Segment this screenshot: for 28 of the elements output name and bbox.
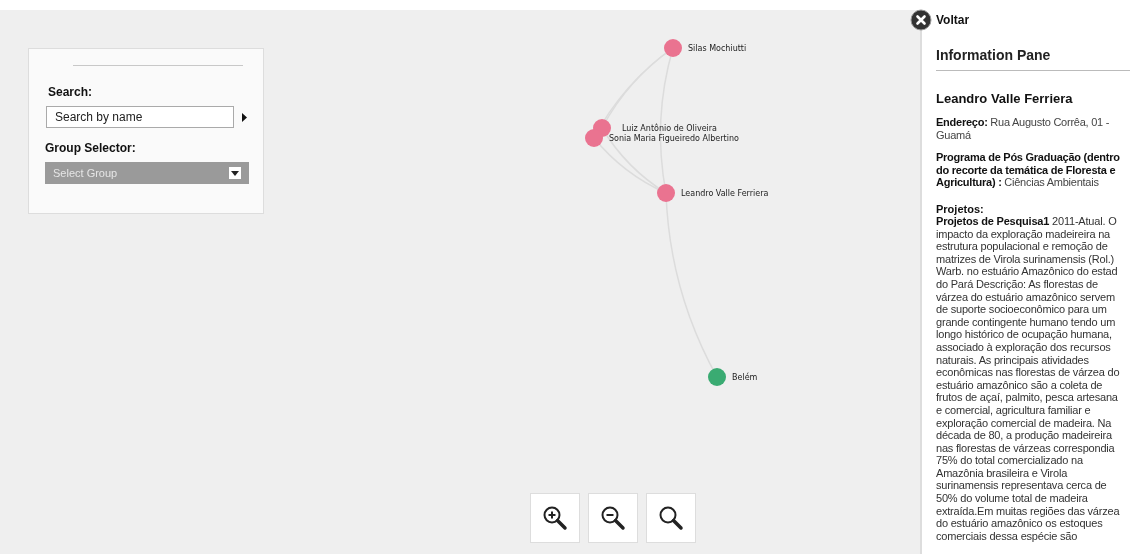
back-link[interactable]: Voltar: [936, 13, 970, 27]
node-label: Leandro Valle Ferriera: [681, 189, 769, 198]
node-label: Belém: [732, 373, 758, 382]
node-label: Luiz Antônio de Oliveira: [622, 124, 717, 133]
node-label: Sonia Maria Figueiredo Albertino: [609, 134, 739, 143]
node-label: Silas Mochiutti: [688, 44, 747, 53]
projects-heading: Projetos:: [936, 202, 985, 215]
play-icon[interactable]: [242, 112, 247, 122]
close-icon[interactable]: [910, 9, 932, 31]
zoom-out-button[interactable]: [588, 493, 638, 543]
pane-title: Information Pane: [936, 47, 1130, 71]
graph-node[interactable]: [708, 368, 726, 386]
search-field[interactable]: Search by name: [46, 106, 234, 128]
graph-node[interactable]: [585, 129, 603, 147]
zoom-in-button[interactable]: [530, 493, 580, 543]
zoom-out-icon: [600, 505, 626, 531]
group-selector-label: Group Selector:: [45, 141, 137, 155]
search-button[interactable]: [646, 493, 696, 543]
person-name: Leandro Valle Ferriera: [936, 91, 1074, 106]
graph-node[interactable]: [664, 39, 682, 57]
search-icon: [658, 505, 684, 531]
field-text: Programa de Pós Graduação (dentro do recorte da temática de Floresta e Agricultura) : Ciências Ambientais: [936, 151, 1121, 189]
field-text: Endereço: Rua Augusto Corrêa, 01 - Guamá: [936, 116, 1111, 141]
zoom-in-icon: [542, 505, 568, 531]
graph-node[interactable]: [657, 184, 675, 202]
projects-text: Projetos de Pesquisa1 2011-Atual. O impacto da exploração madeireira na estrutura populacional e remoção de matrizes de Virola surinamensis (Rol.) Warb. no estuário Amazônico do estad do Pará Descrição: As florestas de várzea do estuário amazônico servem de suporte socioeconômico para um grande contingente humano tendo um longo histórico de ocupação humana, associado à exploração dos recursos naturais. As principais atividades econômicas nas florestas de várzea do estuário amazônico são a coleta de frutos de açaí, palmito, pesca artesana e comercial, agricultura familiar e exploração comercial de madeira. Na década de 80, a produção madeireira nas florestas de várzeas correspondia 75% do total comercializado na Amazônia brasileira e Virola surinamensis representava cerca de 50% do volume total de madeira extraída.Em muitas regiões das várzea do estuário amazônico os estoques comerciais dessa espécie são: [936, 215, 1121, 543]
caret-icon: [229, 167, 241, 179]
search-label: Search:: [48, 85, 94, 99]
